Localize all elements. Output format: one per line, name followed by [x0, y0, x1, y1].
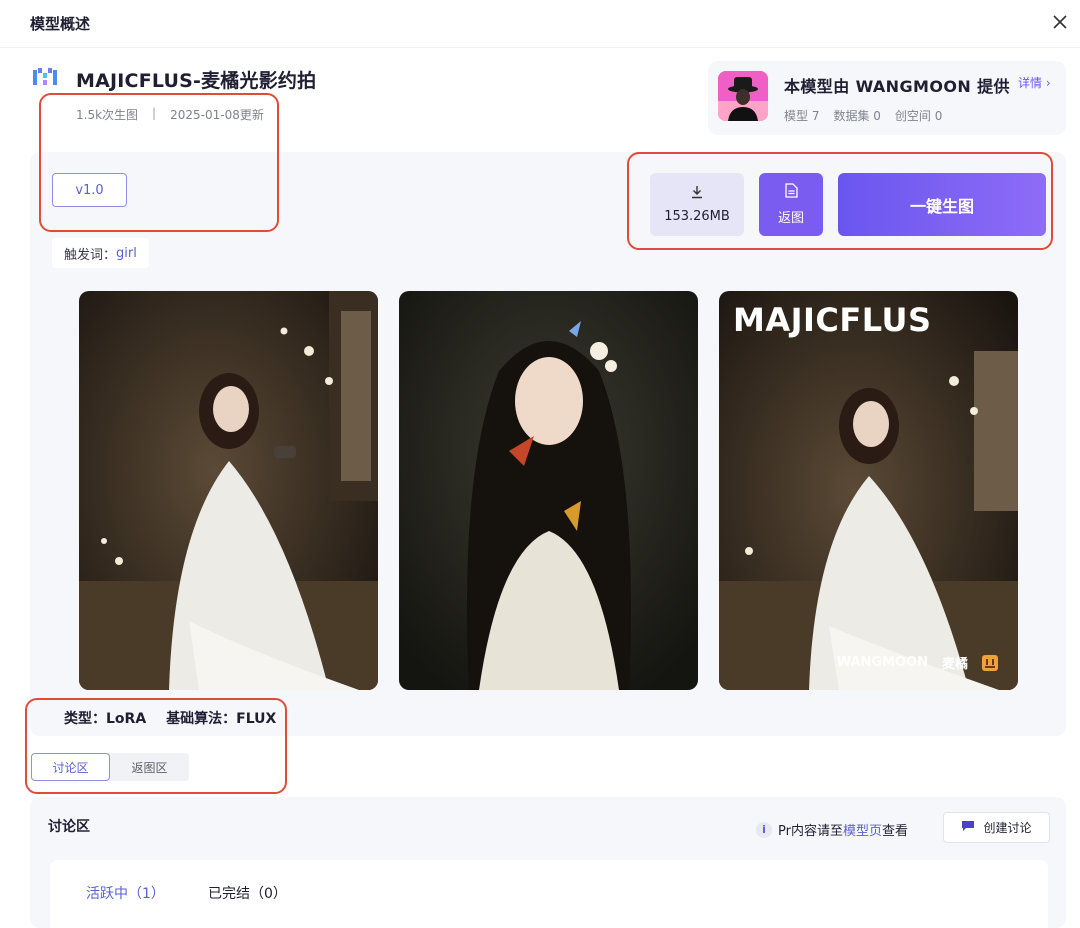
section-tabs: 讨论区 返图区 — [31, 753, 189, 781]
tab-discussion[interactable]: 讨论区 — [31, 753, 110, 781]
download-size: 153.26MB — [664, 209, 730, 224]
brand-logo-icon — [32, 67, 58, 87]
watermark-author: WANGMOON — [836, 655, 928, 670]
model-page-link[interactable]: 模型页 — [843, 824, 882, 839]
model-name: MAJICFLUS-麦橘光影约拍 — [76, 70, 317, 92]
author-stat-datasets: 数据集 0 — [833, 109, 881, 123]
model-algorithm: 基础算法：FLUX — [166, 711, 277, 727]
info-icon: i — [756, 821, 772, 838]
author-stat-models: 模型 7 — [784, 109, 820, 123]
update-date: 2025-01-08更新 — [170, 108, 264, 122]
discussion-title: 讨论区 — [48, 819, 90, 835]
model-meta: 1.5k次生图 | 2025-01-08更新 — [76, 106, 264, 123]
download-icon — [690, 185, 704, 203]
discussion-list — [50, 860, 1048, 928]
author-avatar[interactable] — [718, 71, 768, 121]
tab-closed-discussions[interactable]: 已完结（0） — [208, 883, 287, 903]
tab-active-discussions[interactable]: 活跃中（1） — [86, 883, 165, 903]
gallery-image-3[interactable]: MAJICFLUS WANGMOON 麦橘 — [719, 291, 1018, 690]
model-info: 类型：LoRA 基础算法：FLUX — [64, 708, 276, 728]
model-type: 类型：LoRA — [64, 711, 147, 727]
watermark-footer: WANGMOON 麦橘 — [837, 653, 998, 672]
chat-icon — [961, 820, 975, 835]
note-suffix: 查看 — [881, 824, 908, 839]
tab-returned-images[interactable]: 返图区 — [110, 753, 189, 781]
author-stats: 模型 7 数据集 0 创空间 0 — [784, 107, 942, 124]
document-icon — [784, 183, 798, 202]
trigger-word[interactable]: girl — [116, 246, 137, 261]
note-prefix: Pr内容请至 — [778, 824, 843, 839]
modal-title: 模型概述 — [30, 15, 91, 33]
return-image-button[interactable]: 返图 — [759, 173, 823, 236]
author-stat-spaces: 创空间 0 — [894, 109, 943, 123]
gallery-image-2[interactable] — [399, 291, 698, 690]
return-image-label: 返图 — [777, 211, 804, 226]
modal-header: 模型概述 — [0, 0, 1080, 48]
trigger-label: 触发词： — [64, 247, 117, 263]
version-chip[interactable]: v1.0 — [52, 173, 127, 207]
usage-count: 1.5k次生图 — [76, 108, 139, 122]
author-title: 本模型由 WANGMOON 提供 — [784, 77, 1010, 96]
trigger-word-tag: 触发词： girl — [52, 238, 149, 268]
watermark-title: MAJICFLUS — [733, 301, 932, 339]
brand-badge-icon — [982, 654, 998, 671]
author-detail-label: 详情 — [1018, 76, 1043, 90]
close-icon[interactable] — [1048, 10, 1072, 34]
watermark-brand: 麦橘 — [941, 657, 968, 672]
discussion-note: i Pr内容请至模型页查看 — [756, 820, 908, 839]
author-detail-link[interactable]: 详情 › — [1018, 74, 1051, 91]
author-card: 本模型由 WANGMOON 提供 详情 › 模型 7 数据集 0 创空间 0 — [708, 61, 1066, 135]
gallery-image-1[interactable] — [79, 291, 378, 690]
generate-button[interactable]: 一键生图 — [838, 173, 1046, 236]
chevron-right-icon: › — [1045, 76, 1051, 90]
create-discussion-label: 创建讨论 — [983, 821, 1032, 835]
download-button[interactable]: 153.26MB — [650, 173, 744, 236]
create-discussion-button[interactable]: 创建讨论 — [943, 812, 1050, 843]
meta-separator: | — [152, 106, 157, 120]
